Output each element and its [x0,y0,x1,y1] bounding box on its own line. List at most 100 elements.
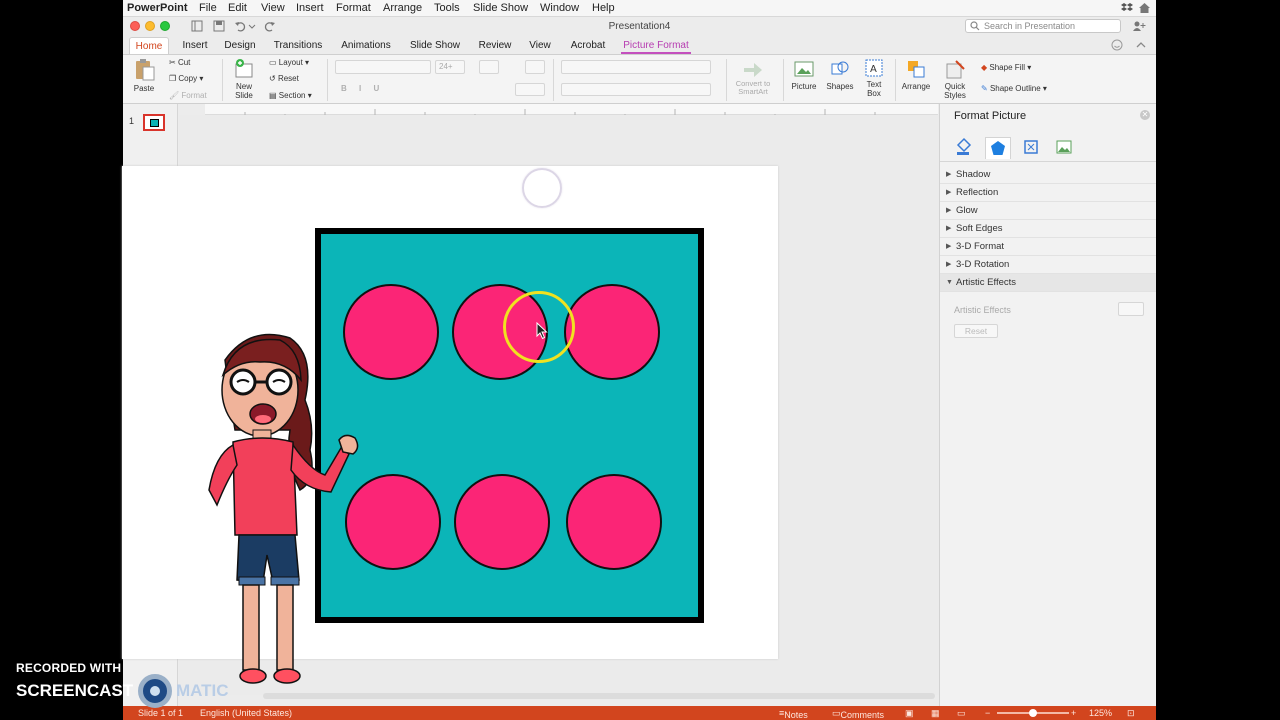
section-reflection[interactable]: ▶ Reflection [940,184,1156,202]
effects-tab[interactable] [985,137,1011,159]
shape-fill-button[interactable]: ◆ Shape Fill ▾ [981,63,1031,72]
shape-outline-button[interactable]: ✎ Shape Outline ▾ [981,84,1047,93]
shape-outline-label: Shape Outline [989,84,1041,93]
layout-button[interactable]: ▭ Layout ▾ [269,58,309,67]
quick-styles-button[interactable]: Quick Styles [937,58,973,100]
quick-styles-label: Quick Styles [944,82,966,100]
expand-triangle-icon: ▶ [946,261,952,268]
tab-review[interactable]: Review [475,37,515,54]
tab-home[interactable]: Home [129,37,169,54]
separator [222,59,223,101]
paste-button[interactable]: Paste [129,58,159,93]
section-shadow[interactable]: ▶ Shadow [940,166,1156,184]
list-buttons[interactable] [561,60,711,74]
menu-window[interactable]: Window [540,2,579,14]
format-painter-button[interactable]: 🖌 Format [169,91,207,100]
text-box-button[interactable]: A Text Box [859,58,889,98]
search-input[interactable]: Search in Presentation [965,19,1121,33]
tab-acrobat[interactable]: Acrobat [565,37,611,54]
font-style-buttons[interactable]: B I U [341,84,384,93]
reset-button[interactable]: ↺ Reset [269,74,299,83]
tab-view[interactable]: View [524,37,556,54]
section-glow[interactable]: ▶ Glow [940,202,1156,220]
artistic-reset-button[interactable]: Reset [954,324,998,338]
clear-format-button[interactable] [525,60,545,74]
convert-smartart-button[interactable]: Convert to SmartArt [729,58,777,96]
horizontal-scrollbar[interactable] [263,693,935,699]
zoom-slider-thumb[interactable] [1029,709,1037,717]
home-icon[interactable] [1138,2,1151,14]
slide-number: 1 [129,116,135,126]
tab-insert[interactable]: Insert [176,37,214,54]
menu-app-name[interactable]: PowerPoint [127,2,188,14]
menu-help[interactable]: Help [592,2,615,14]
menu-bar: PowerPoint File Edit View Insert Format … [123,0,1156,17]
notes-label: Notes [784,710,808,720]
size-properties-tab[interactable] [1019,137,1045,159]
menu-arrange[interactable]: Arrange [383,2,422,14]
shapes-button[interactable]: Shapes [823,58,857,91]
share-icon[interactable] [1132,20,1146,32]
font-family-select[interactable] [335,60,431,74]
align-buttons[interactable] [561,83,711,96]
zoom-out-icon[interactable]: − [985,708,990,718]
fill-line-tab[interactable] [952,137,978,159]
collapse-ribbon-icon[interactable] [1136,40,1146,50]
menu-edit[interactable]: Edit [228,2,247,14]
tab-transitions[interactable]: Transitions [270,37,326,54]
zoom-slider[interactable] [997,709,1069,717]
section-3d-format[interactable]: ▶ 3-D Format [940,238,1156,256]
language[interactable]: English (United States) [200,708,292,718]
pink-circle [564,284,660,380]
artistic-effects-dropdown[interactable] [1118,302,1144,316]
arrange-button[interactable]: Arrange [899,58,933,91]
picture-button[interactable]: Picture [787,58,821,91]
font-color-button[interactable] [515,83,545,96]
zoom-level: 125% [1089,708,1113,718]
tab-slide-show[interactable]: Slide Show [406,37,464,54]
font-size-select[interactable]: 24+ [435,60,465,74]
menu-insert[interactable]: Insert [296,2,324,14]
menu-format[interactable]: Format [336,2,371,14]
section-glow-label: Glow [956,205,978,216]
tab-animations[interactable]: Animations [337,37,395,54]
copy-button[interactable]: ❐ Copy ▾ [169,74,203,83]
section-button[interactable]: ▤ Section ▾ [269,91,312,100]
notes-button[interactable]: ≡ Notes [779,708,808,720]
reading-view-icon[interactable]: ▭ [957,708,966,719]
font-size-value: 24+ [439,62,453,71]
new-slide-icon [235,59,253,78]
text-box-label: Text Box [866,80,882,98]
watermark-screencast: SCREENCAST [16,681,134,700]
watermark-logo-icon [138,674,172,708]
loading-spinner [522,168,562,208]
slide-thumbnail[interactable] [143,114,165,131]
expand-triangle-icon: ▶ [946,189,952,196]
search-placeholder: Search in Presentation [984,21,1076,31]
comments-button[interactable]: ▭ Comments [832,708,884,720]
smiley-icon[interactable] [1111,39,1123,51]
zoom-in-icon[interactable]: + [1071,708,1076,718]
tab-picture-format[interactable]: Picture Format [621,37,691,54]
picture-tab[interactable] [1052,137,1078,159]
menu-tools[interactable]: Tools [434,2,460,14]
section-soft-edges[interactable]: ▶ Soft Edges [940,220,1156,238]
tab-design[interactable]: Design [220,37,260,54]
pane-close-button[interactable]: ✕ [1140,110,1150,120]
normal-view-icon[interactable]: ▣ [905,708,914,719]
section-label: Section [278,91,306,100]
fit-slide-icon[interactable]: ⊡ [1127,708,1135,719]
increase-font-button[interactable] [479,60,499,74]
selected-picture[interactable] [315,228,704,623]
cut-button[interactable]: ✂ Cut [169,58,190,67]
section-3d-rotation[interactable]: ▶ 3-D Rotation [940,256,1156,274]
menu-view[interactable]: View [261,2,285,14]
menu-file[interactable]: File [199,2,217,14]
dropbox-icon[interactable] [1121,2,1133,14]
artistic-reset-label: Reset [964,326,988,336]
menu-slide-show[interactable]: Slide Show [473,2,528,14]
expand-triangle-icon: ▶ [946,171,952,178]
new-slide-button[interactable]: New Slide [227,58,261,100]
slide-sorter-icon[interactable]: ▦ [931,708,940,719]
section-artistic-effects[interactable]: ▼ Artistic Effects [940,274,1156,292]
